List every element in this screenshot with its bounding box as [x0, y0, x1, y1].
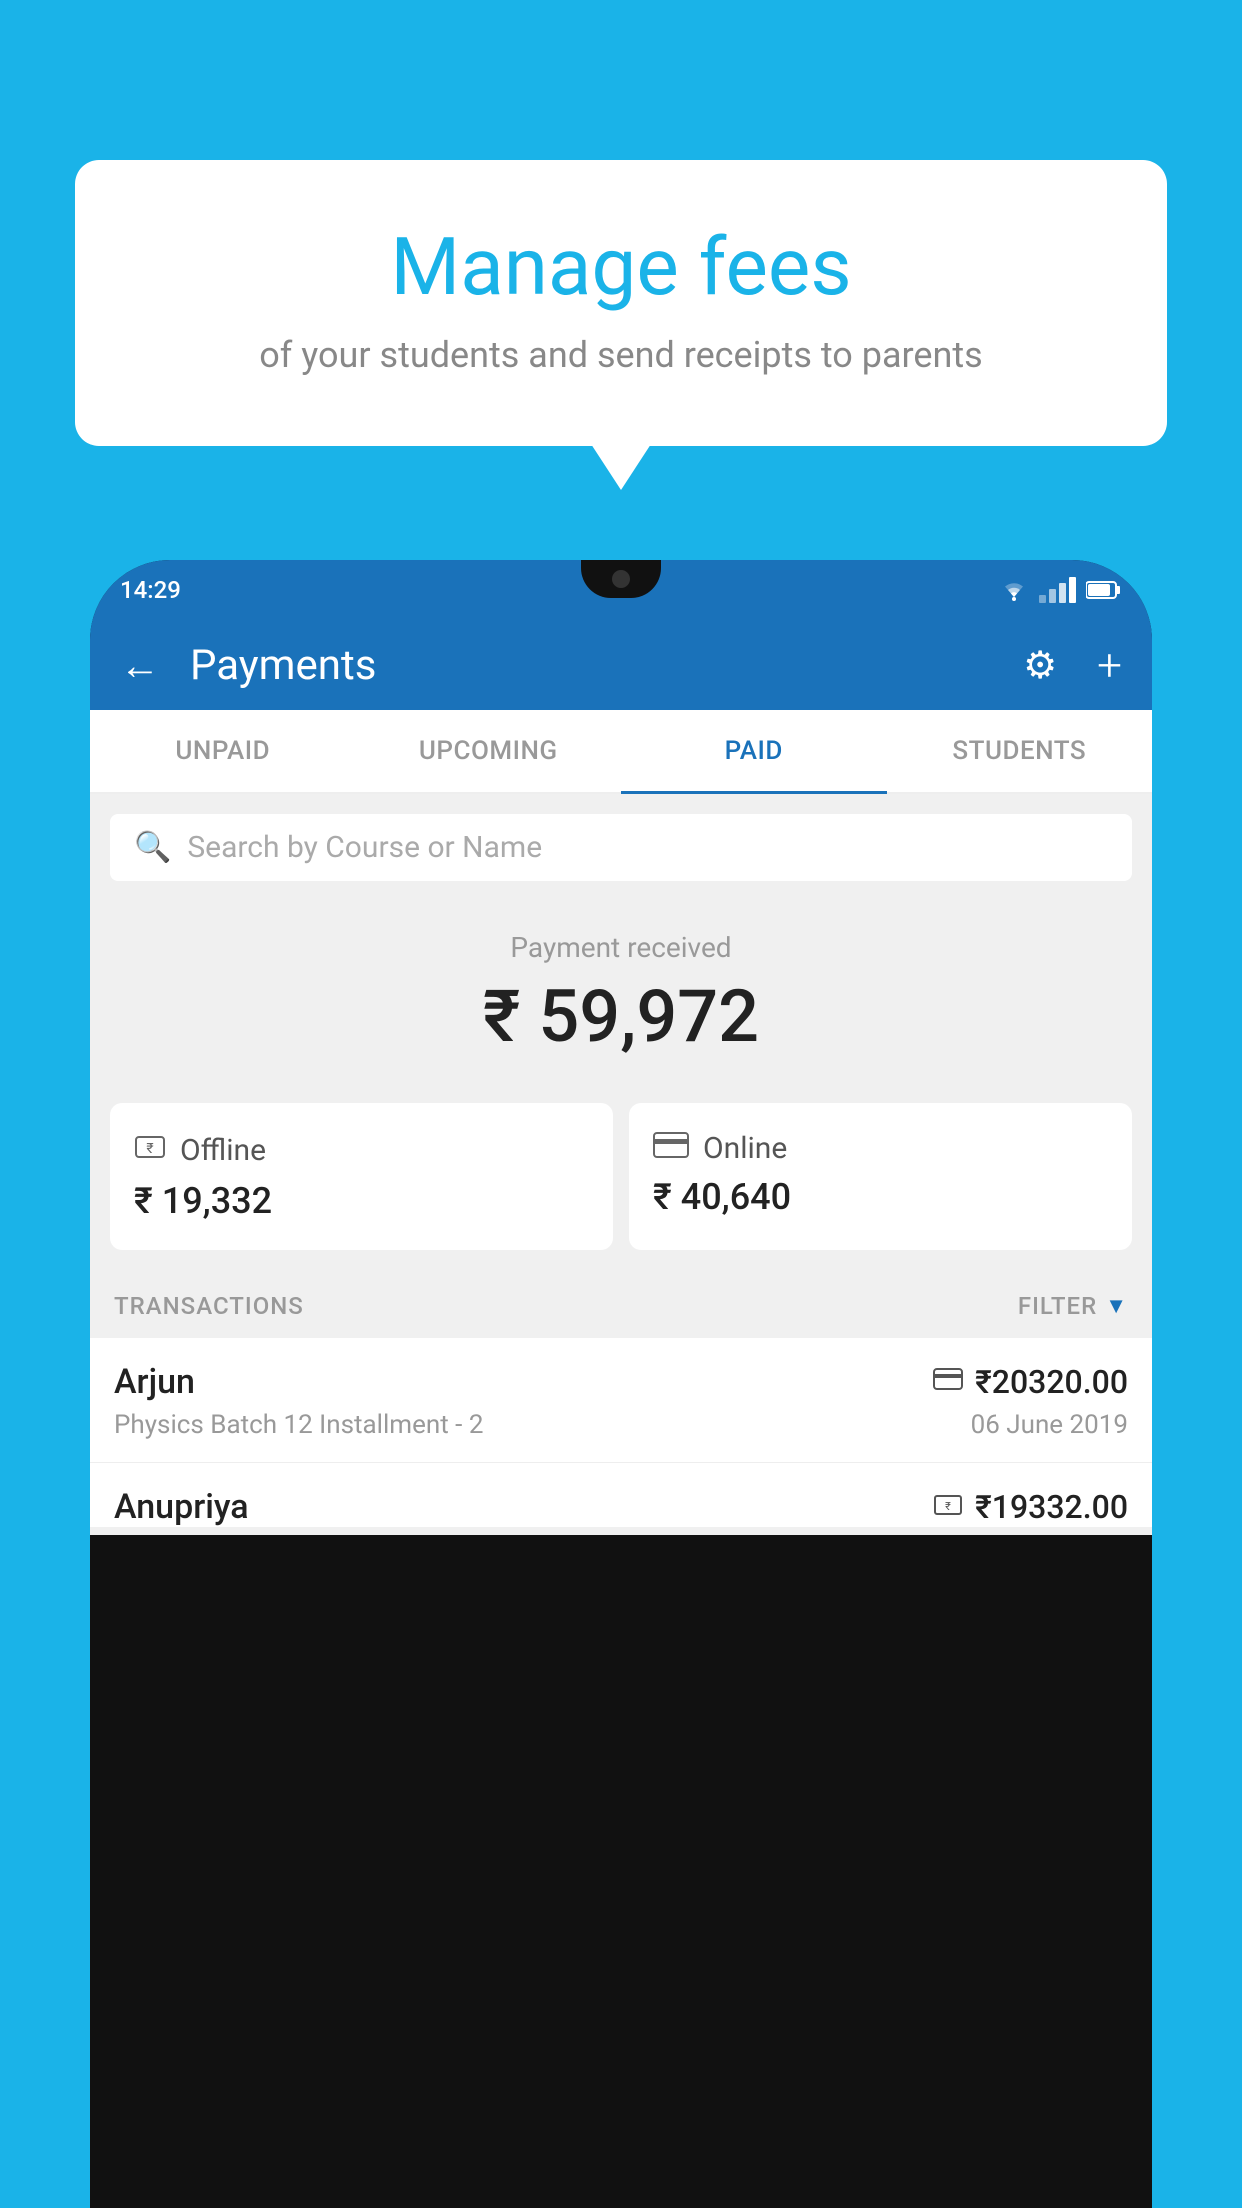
phone-notch	[581, 560, 661, 598]
offline-label: Offline	[180, 1133, 266, 1168]
transaction-date: 06 June 2019	[971, 1410, 1128, 1440]
search-bar[interactable]: 🔍 Search by Course or Name	[110, 814, 1132, 881]
tab-paid[interactable]: PAID	[621, 710, 887, 792]
status-bar: 14:29	[90, 560, 1152, 620]
gear-icon[interactable]: ⚙	[1023, 643, 1057, 688]
online-amount: ₹ 40,640	[653, 1176, 1108, 1218]
search-input[interactable]: Search by Course or Name	[187, 830, 542, 865]
tab-students[interactable]: STUDENTS	[887, 710, 1153, 792]
filter-button[interactable]: FILTER ▼	[1018, 1292, 1128, 1320]
transaction-amount: ₹20320.00	[975, 1363, 1128, 1401]
online-icon	[653, 1132, 689, 1165]
payment-cards: ₹ Offline ₹ 19,332	[90, 1103, 1152, 1274]
bubble-subtitle: of your students and send receipts to pa…	[125, 334, 1117, 376]
bubble-title: Manage fees	[125, 220, 1117, 314]
camera	[612, 570, 630, 588]
status-time: 14:29	[120, 576, 181, 604]
tabs-bar: UNPAID UPCOMING PAID STUDENTS	[90, 710, 1152, 794]
transactions-header: TRANSACTIONS FILTER ▼	[90, 1274, 1152, 1338]
svg-text:₹: ₹	[146, 1141, 153, 1157]
back-button[interactable]: ←	[120, 642, 160, 689]
battery-icon	[1086, 580, 1122, 600]
phone-frame: 14:29	[90, 560, 1152, 2208]
filter-icon: ▼	[1105, 1293, 1128, 1319]
app-header: ← Payments ⚙ +	[90, 620, 1152, 710]
transactions-label: TRANSACTIONS	[114, 1292, 304, 1320]
transaction-amount-row: ₹ ₹19332.00	[933, 1488, 1128, 1526]
online-label: Online	[703, 1131, 787, 1166]
online-card: Online ₹ 40,640	[629, 1103, 1132, 1250]
payment-received-label: Payment received	[110, 931, 1132, 964]
table-row: Arjun ₹20320.00 Physics	[90, 1338, 1152, 1463]
header-title: Payments	[190, 641, 1003, 690]
payment-method-icon	[933, 1367, 963, 1397]
transaction-course: Physics Batch 12 Installment - 2	[114, 1410, 483, 1440]
wifi-icon	[999, 579, 1029, 601]
add-button[interactable]: +	[1097, 639, 1122, 691]
tab-unpaid[interactable]: UNPAID	[90, 710, 356, 792]
total-amount: ₹ 59,972	[110, 974, 1132, 1059]
payment-method-icon: ₹	[933, 1492, 963, 1522]
offline-icon: ₹	[134, 1131, 166, 1170]
phone-content: 🔍 Search by Course or Name Payment recei…	[90, 794, 1152, 1535]
speech-bubble: Manage fees of your students and send re…	[75, 160, 1167, 446]
offline-card: ₹ Offline ₹ 19,332	[110, 1103, 613, 1250]
signal-icon	[1039, 577, 1076, 603]
status-icons	[999, 577, 1122, 603]
transaction-amount-row: ₹20320.00	[933, 1363, 1128, 1401]
tab-upcoming[interactable]: UPCOMING	[356, 710, 622, 792]
search-icon: 🔍	[134, 830, 171, 865]
table-row: Anupriya ₹ ₹19332.00	[90, 1463, 1152, 1527]
transaction-name: Anupriya	[114, 1487, 249, 1527]
transaction-list: Arjun ₹20320.00 Physics	[90, 1338, 1152, 1527]
transaction-name: Arjun	[114, 1362, 195, 1402]
filter-label: FILTER	[1018, 1292, 1097, 1320]
svg-text:₹: ₹	[945, 1500, 951, 1513]
transaction-amount: ₹19332.00	[975, 1488, 1128, 1526]
offline-amount: ₹ 19,332	[134, 1180, 589, 1222]
payment-summary: Payment received ₹ 59,972	[90, 901, 1152, 1103]
